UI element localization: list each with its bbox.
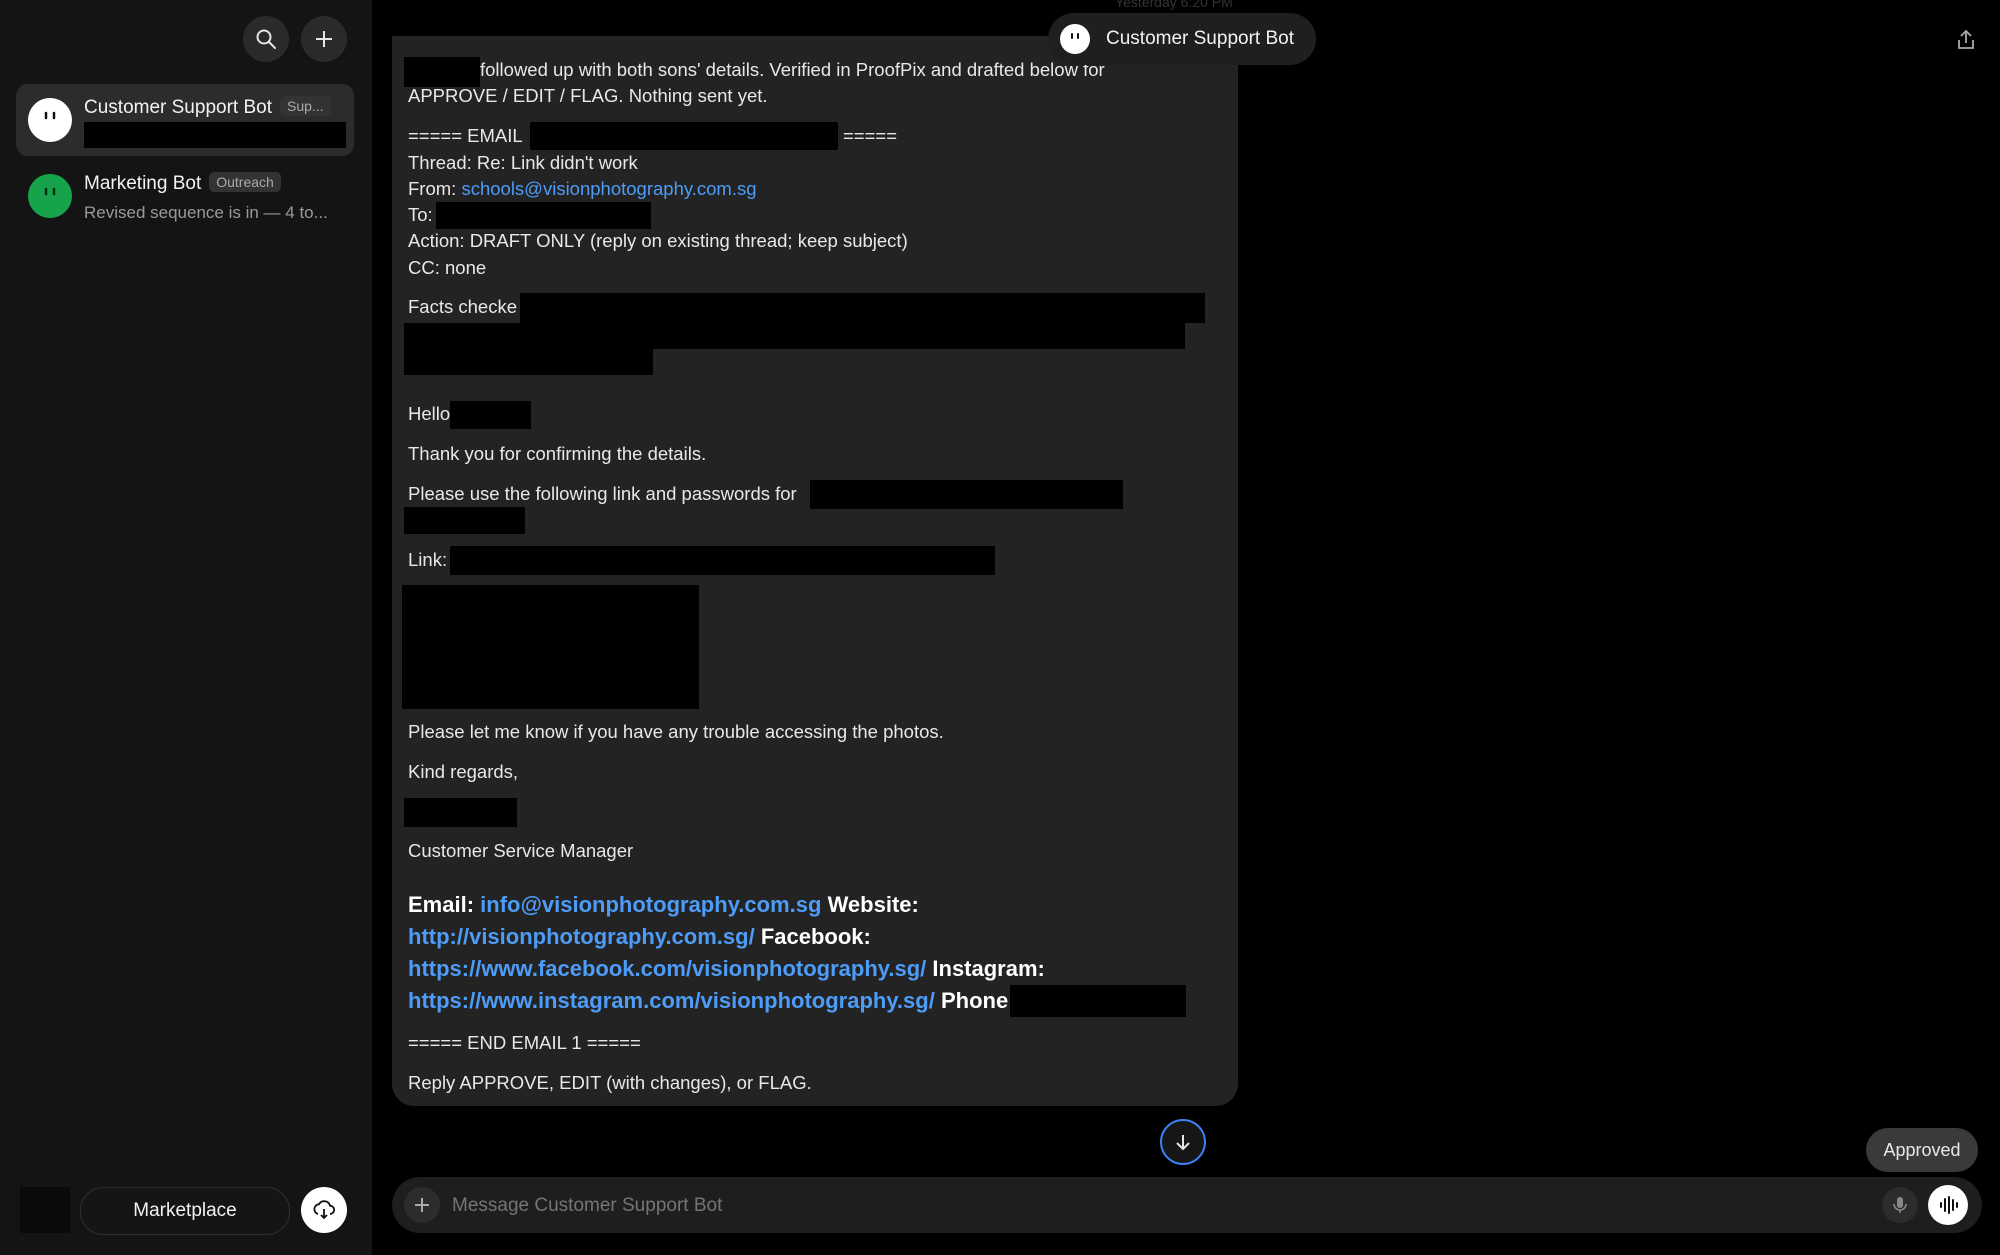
new-chat-button[interactable] [301, 16, 347, 62]
thanks-line: Thank you for confirming the details. [408, 443, 707, 464]
face-icon [44, 111, 56, 120]
regards-line: Kind regards, [408, 761, 519, 782]
bot-avatar [1060, 24, 1090, 54]
from-email-link[interactable]: schools@visionphotography.com.sg [461, 178, 756, 199]
bot-avatar [28, 174, 72, 218]
message-composer [392, 1177, 1982, 1233]
facts-label: Facts checke [408, 296, 517, 317]
plus-icon [415, 1198, 429, 1212]
chat-badge: Sup... [279, 96, 331, 116]
approved-suggestion[interactable]: Approved [1866, 1128, 1978, 1172]
search-icon [256, 29, 276, 49]
voice-mode-button[interactable] [1928, 1185, 1968, 1225]
signature-line: Email: info@visionphotography.com.sg Web… [408, 892, 919, 917]
redacted-text [436, 202, 651, 229]
attach-button[interactable] [404, 1187, 440, 1223]
chat-name: Marketing Bot Outreach [84, 172, 281, 195]
signature-instagram-link[interactable]: https://www.instagram.com/visionphotogra… [408, 988, 935, 1013]
cc-line: CC: none [408, 257, 487, 278]
trouble-line: Please let me know if you have any troub… [408, 721, 944, 742]
redacted-text [404, 349, 653, 375]
redacted-text [404, 507, 525, 534]
search-button[interactable] [243, 16, 289, 62]
to-line: To: [408, 204, 433, 225]
user-avatar[interactable] [20, 1187, 70, 1233]
mic-icon [1893, 1197, 1907, 1213]
action-line: Action: DRAFT ONLY (reply on existing th… [408, 230, 908, 251]
message-input[interactable] [450, 1185, 1754, 1227]
greeting: Hello [408, 403, 451, 424]
chat-title: Customer Support Bot [1106, 28, 1294, 49]
redacted-block [402, 585, 699, 709]
redacted-text [404, 323, 1185, 349]
scroll-to-bottom-button[interactable] [1160, 1119, 1206, 1165]
download-icon [313, 1200, 336, 1220]
chat-item-marketing-bot[interactable]: Marketing Bot Outreach Revised sequence i… [16, 160, 354, 232]
redacted-text [1010, 985, 1186, 1017]
marketplace-button[interactable]: Marketplace [80, 1187, 290, 1235]
voice-wave-icon [1940, 1196, 1958, 1214]
thread-line: Thread: Re: Link didn't work [408, 152, 638, 173]
redacted-text [450, 546, 995, 575]
download-button[interactable] [301, 1187, 347, 1233]
reply-prompt: Reply APPROVE, EDIT (with changes), or F… [408, 1072, 812, 1093]
signature-facebook-link[interactable]: https://www.facebook.com/visionphotograp… [408, 956, 926, 981]
redacted-text [810, 480, 1123, 509]
arrow-down-icon [1176, 1135, 1190, 1151]
intro-line: followed up with both sons' details. Ver… [480, 59, 1105, 80]
mic-button[interactable] [1882, 1187, 1918, 1223]
chat-name: Customer Support Bot Sup... [84, 96, 331, 119]
signature-line: https://www.facebook.com/visionphotograp… [408, 956, 1045, 981]
share-button[interactable] [1952, 26, 1980, 54]
bot-avatar [28, 98, 72, 142]
face-icon [1071, 33, 1079, 39]
chat-item-customer-support-bot[interactable]: Customer Support Bot Sup... [16, 84, 354, 156]
redacted-text [530, 122, 838, 150]
plus-icon [316, 31, 332, 47]
chat-title-pill[interactable]: Customer Support Bot [1048, 13, 1316, 65]
instructions-line: Please use the following link and passwo… [408, 483, 797, 504]
face-icon [44, 187, 56, 196]
signature-website-link[interactable]: http://visionphotography.com.sg/ [408, 924, 755, 949]
role-line: Customer Service Manager [408, 840, 634, 861]
redacted-preview [84, 122, 346, 148]
link-label: Link: [408, 549, 448, 570]
message-timestamp: Yesterday 6:20 PM [1115, 0, 1233, 10]
redacted-text [404, 798, 517, 827]
email-header-end: ===== [843, 125, 898, 146]
intro-line: APPROVE / EDIT / FLAG. Nothing sent yet. [408, 85, 768, 106]
chat-badge: Outreach [209, 172, 281, 192]
redacted-text [404, 57, 480, 87]
signature-email-link[interactable]: info@visionphotography.com.sg [480, 892, 821, 917]
chat-preview: Revised sequence is in — 4 to... [84, 203, 328, 222]
end-email-line: ===== END EMAIL 1 ===== [408, 1032, 641, 1053]
signature-line: https://www.instagram.com/visionphotogra… [408, 988, 1016, 1013]
signature-line: http://visionphotography.com.sg/ Faceboo… [408, 924, 871, 949]
email-header: ===== EMAIL [408, 125, 523, 146]
sidebar: Customer Support Bot Sup... Marketing Bot… [0, 0, 372, 1255]
redacted-text [520, 293, 1205, 323]
share-icon [1958, 29, 1974, 49]
redacted-text [450, 401, 531, 429]
from-line: From: schools@visionphotography.com.sg [408, 178, 757, 199]
